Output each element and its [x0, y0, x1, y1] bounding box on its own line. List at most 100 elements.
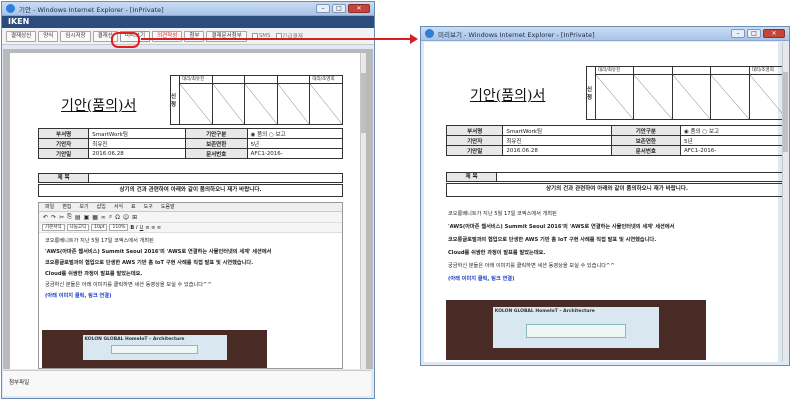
- temp-save-button[interactable]: 임시저장: [60, 30, 91, 42]
- menu-tools[interactable]: 도구: [144, 203, 153, 211]
- paste-icon[interactable]: ▤: [75, 214, 81, 221]
- editor-format-bar: 기본서식 나눔고딕 10pt 110% B I U ≡ ≡ ≡: [39, 223, 342, 233]
- sign-cell[interactable]: [245, 76, 278, 124]
- date-value: 2016.06.28: [502, 145, 612, 156]
- body-line: Cloud를 쉬쌍한 과정이 발표를 말았는데요.: [448, 250, 546, 256]
- image-icon[interactable]: ▣: [84, 214, 90, 221]
- maximize-button[interactable]: □: [332, 4, 346, 13]
- omega-icon[interactable]: Ω: [115, 214, 120, 221]
- body-line: 궁금하신 분들은 아래 이미지를 클릭하면 세션 동영상을 보실 수 있습니다^…: [448, 263, 615, 269]
- body-line: 코오롱베니트가 지난 5월 17일 코엑스에서 개최된: [45, 238, 154, 244]
- search-icon[interactable]: ⌕: [109, 213, 112, 221]
- menu-edit[interactable]: 편집: [62, 203, 71, 211]
- underline-button[interactable]: U: [140, 225, 144, 231]
- sign-cell: [711, 67, 750, 119]
- insert-icon[interactable]: ⊞: [132, 214, 137, 221]
- doc-info-table: 부서명 SmartWork팀 기안구분 ◉ 품의 ○ 보고 기안자 최유진 보존연한 5년 …: [37, 128, 344, 159]
- close-button[interactable]: ✕: [763, 29, 785, 38]
- italic-button[interactable]: I: [136, 225, 137, 231]
- preview-window-titlebar: 미리보기 - Windows Internet Explorer - [InPr…: [421, 27, 789, 41]
- minimize-button[interactable]: –: [731, 29, 745, 38]
- retention-value: 5년: [679, 135, 789, 146]
- right-scrollbar[interactable]: [782, 42, 788, 362]
- font-select[interactable]: 나눔고딕: [66, 224, 90, 231]
- menu-view[interactable]: 보기: [79, 203, 88, 211]
- arrow-line: [141, 38, 413, 40]
- menu-insert[interactable]: 삽입: [97, 203, 106, 211]
- redo-icon[interactable]: ↷: [51, 214, 56, 221]
- body-line: 궁금하신 분들은 아래 이미지를 클릭하면 세션 동영상을 보실 수 있습니다^…: [45, 282, 212, 288]
- undo-icon[interactable]: ↶: [43, 214, 48, 221]
- sign-label: 신청: [171, 76, 180, 124]
- table-icon[interactable]: ▦: [92, 214, 98, 221]
- sign-cell[interactable]: [277, 76, 311, 124]
- bold-button[interactable]: B: [130, 225, 134, 231]
- submit-approval-button[interactable]: 결재상신: [6, 30, 37, 42]
- special-char-icon[interactable]: ☺: [123, 214, 129, 221]
- radio-report: 보고: [275, 131, 286, 138]
- menu-format[interactable]: 서식: [114, 203, 123, 211]
- editor-body[interactable]: 코오롱베니트가 지난 5월 17일 코엑스에서 개최된 'AWS(아마존 웹서비…: [39, 233, 342, 305]
- sign-cell[interactable]: 대리/조영희: [310, 76, 342, 124]
- sign-cell: 대리/최유진: [596, 67, 635, 119]
- drafter-value: 최유진: [88, 138, 186, 149]
- preview-link-text[interactable]: (아래 이미지 클릭, 링크 연결): [448, 273, 776, 286]
- copy-icon[interactable]: ⎘: [67, 213, 72, 221]
- date-label: 기안일: [445, 145, 504, 156]
- radio-report: 보고: [708, 128, 720, 135]
- attach-label[interactable]: 첨부파일: [3, 371, 35, 393]
- left-scrollbar[interactable]: [360, 53, 366, 369]
- subject-input[interactable]: [89, 174, 342, 182]
- align-icons[interactable]: ≡ ≡ ≡: [145, 225, 161, 231]
- retention-label: 보존연한: [184, 138, 248, 149]
- retention-value[interactable]: 5년: [246, 138, 344, 149]
- radio-approval: 품의: [690, 128, 701, 135]
- link-icon[interactable]: ∞: [101, 214, 106, 221]
- type-label: 기안구분: [610, 125, 681, 136]
- line-height-select[interactable]: 110%: [109, 224, 129, 231]
- maximize-button[interactable]: □: [747, 29, 761, 38]
- draft-toolbar: 결재상신 양식 임시저장 결재선 미리보기 의견작성 첨부 결재문서첨부 SMS…: [2, 28, 374, 45]
- session-image[interactable]: KOLON GLOBAL HomeIoT – Architecture: [42, 330, 267, 368]
- docno-value: AFC1-2016-: [246, 148, 344, 159]
- close-button[interactable]: ✕: [348, 4, 370, 13]
- menu-file[interactable]: 파일: [45, 203, 54, 211]
- approval-sign-box: 신청 대리/최유진 대리/조영희: [170, 75, 343, 125]
- editor-iconbar: ↶ ↷ ✂ ⎘ ▤ ▣ ▦ ∞ ⌕ Ω ☺ ⊞: [39, 212, 342, 223]
- dept-value: SmartWork팀: [88, 128, 186, 139]
- preview-subject-row: 제 목: [446, 172, 788, 182]
- style-select[interactable]: 기본서식: [42, 224, 65, 231]
- type-radio-group[interactable]: ◉ 품의 ○ 보고: [246, 128, 344, 139]
- dept-label: 부서명: [445, 125, 504, 136]
- sign-cell[interactable]: 대리/최유진: [180, 76, 213, 124]
- sign-cell[interactable]: [212, 76, 246, 124]
- docno-value: AFC1-2016-: [679, 145, 789, 156]
- preview-sign-box: 신청 대리/최유진 대리/조영희: [586, 66, 788, 120]
- sign-header: 대리/조영희: [310, 76, 342, 84]
- preview-page-title: 기안(품의)서: [470, 88, 546, 104]
- size-select[interactable]: 10pt: [91, 224, 108, 231]
- editor-menubar: 파일 편집 보기 삽입 서식 표 도구 도움말: [39, 203, 342, 212]
- link-text[interactable]: (아래 이미지 클릭, 링크 연결): [45, 291, 336, 302]
- menu-table[interactable]: 표: [131, 203, 136, 211]
- cut-icon[interactable]: ✂: [59, 214, 64, 221]
- dept-value: SmartWork팀: [502, 125, 612, 136]
- sign-header: 대리/최유진: [596, 67, 634, 75]
- dept-label: 부서명: [37, 128, 90, 139]
- intro-text: 상기의 건과 관련하여 아래와 같이 품의하오니 재가 바랍니다.: [38, 184, 343, 197]
- body-line: Cloud를 쉬쌍한 과정이 발표를 말았는데요.: [45, 271, 143, 277]
- subject-row: 제 목: [38, 173, 343, 183]
- docno-label: 문서번호: [610, 145, 681, 156]
- body-line: 코오롱글로벌과의 협업으로 단생한 AWS 기반 홈 IoT 구현 사례를 직접…: [448, 237, 657, 243]
- preview-body: 코오롱베니트가 지난 5월 17일 코엑스에서 개최된 'AWS(아마존 웹서비…: [442, 205, 782, 289]
- page-title: 기안(품의)서: [61, 98, 137, 114]
- date-label: 기안일: [37, 148, 90, 159]
- body-line: 'AWS(아마존 웹서비스) Summit Seoul 2016'의 'AWS로…: [448, 224, 675, 230]
- type-radio-group: ◉ 품의 ○ 보고: [679, 125, 789, 136]
- minimize-button[interactable]: –: [316, 4, 330, 13]
- preview-session-image[interactable]: KOLON GLOBAL HomeIoT – Architecture: [446, 300, 706, 360]
- menu-help[interactable]: 도움말: [161, 203, 175, 211]
- drafter-label: 기안자: [445, 135, 504, 146]
- docno-label: 문서번호: [184, 148, 248, 159]
- form-button[interactable]: 양식: [38, 30, 59, 42]
